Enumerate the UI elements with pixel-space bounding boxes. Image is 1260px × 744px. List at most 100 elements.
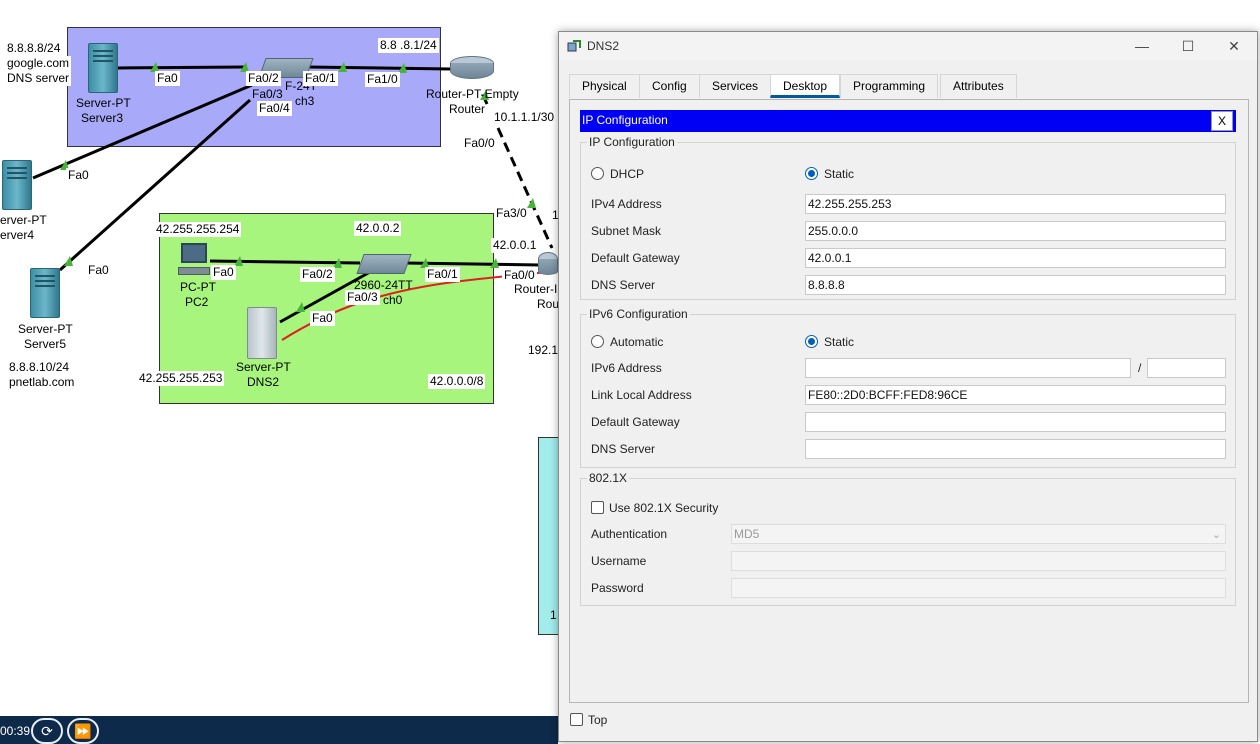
link-switch3-router: [307, 65, 451, 71]
link-local-field[interactable]: FE80::2D0:BCFF:FED8:96CE: [805, 385, 1226, 405]
password-label: Password: [591, 581, 644, 595]
port-label: Fa0/1: [425, 267, 460, 282]
ipv6-gateway-label: Default Gateway: [591, 415, 680, 429]
server3-type: Server-PT: [76, 96, 131, 110]
pc2-type: PC-PT: [180, 280, 216, 294]
minimize-button[interactable]: —: [1119, 32, 1165, 60]
port-label: Fa0/3: [252, 87, 283, 101]
port-label: Fa0: [155, 71, 180, 86]
authentication-select[interactable]: MD5 ⌄: [731, 524, 1226, 544]
server4-name: erver4: [0, 228, 35, 242]
server5-host-label: pnetlab.com: [7, 375, 77, 390]
sim-time: 00:39: [0, 724, 31, 738]
port-label: Fa0: [310, 311, 335, 326]
subnet-mask-field[interactable]: 255.0.0.0: [805, 221, 1226, 241]
router-net-label: 8.8 .8.1/24: [378, 38, 439, 53]
window-titlebar[interactable]: DNS2 — ☐ ✕: [559, 32, 1257, 60]
username-label: Username: [591, 554, 647, 568]
pc2-name: PC2: [185, 295, 209, 309]
link-server3-switch3: [117, 65, 246, 70]
desktop-panel: IP Configuration X IP Configuration DHCP…: [569, 99, 1249, 703]
link-serial-routers: [496, 127, 554, 249]
router-icon[interactable]: [450, 56, 494, 84]
username-field[interactable]: [731, 551, 1226, 571]
switch0-icon[interactable]: [356, 254, 412, 274]
port-label: Fa0/2: [300, 267, 335, 282]
server3-icon[interactable]: [88, 43, 118, 93]
ipv4-address-label: IPv4 Address: [591, 197, 662, 211]
fast-forward-icon[interactable]: ⏩: [67, 718, 99, 744]
ip-config-close-button[interactable]: X: [1211, 111, 1233, 131]
top-checkbox[interactable]: [570, 713, 583, 726]
server5-icon[interactable]: [30, 268, 60, 318]
ipv6-group: IPv6 Configuration Automatic Static IPv6…: [580, 307, 1236, 468]
static-label: Static: [824, 167, 855, 181]
tab-physical[interactable]: Physical: [569, 74, 640, 98]
ipv6-automatic-radio[interactable]: [591, 335, 604, 348]
ipv4-address-field[interactable]: 42.255.255.253: [805, 194, 1226, 214]
reset-simulation-icon[interactable]: ⟳: [31, 718, 63, 744]
static-radio[interactable]: [805, 167, 818, 180]
pc2-ip-label: 42.255.255.254: [154, 222, 242, 237]
ip-config-title: IP Configuration: [582, 113, 668, 127]
authentication-label: Authentication: [591, 527, 668, 541]
router2-ip-label: 42.0.0.1: [491, 238, 539, 253]
ipv6-prefix-slash: /: [1138, 361, 1142, 375]
port-label: Fa3/0: [496, 206, 527, 220]
dns2-server-icon[interactable]: [247, 307, 277, 359]
dhcp-radio[interactable]: [591, 167, 604, 180]
port-label: Fa0/4: [257, 101, 292, 116]
dns-server-field[interactable]: 8.8.8.8: [805, 275, 1226, 295]
port-label: Fa0/0: [502, 268, 537, 283]
router2-model-partial: Router-I: [514, 282, 558, 296]
chevron-down-icon: ⌄: [1211, 529, 1221, 541]
tab-desktop[interactable]: Desktop: [770, 74, 841, 98]
server3-host-label: google.com: [5, 56, 72, 71]
device-window: DNS2 — ☐ ✕ Physical Config Services Desk…: [558, 31, 1258, 742]
maximize-button[interactable]: ☐: [1165, 32, 1211, 60]
ipv4-group: IP Configuration DHCP Static IPv4 Addres…: [580, 135, 1236, 300]
use-8021x-checkbox[interactable]: [591, 501, 604, 514]
window-title: DNS2: [587, 39, 620, 53]
use-8021x-label: Use 802.1X Security: [609, 501, 719, 515]
ipv6-gateway-field[interactable]: [805, 412, 1226, 432]
ipv6-static-radio[interactable]: [805, 335, 818, 348]
router-model: Router-PT-Empty: [426, 87, 519, 101]
dns2-type: Server-PT: [236, 360, 291, 374]
default-gateway-label: Default Gateway: [591, 251, 680, 265]
server4-icon[interactable]: [2, 160, 32, 210]
tab-programming[interactable]: Programming: [840, 74, 939, 98]
ipv6-dns-field[interactable]: [805, 439, 1226, 459]
dot1x-group: 802.1X Use 802.1X Security Authenticatio…: [580, 471, 1236, 606]
server3-role-label: DNS server: [5, 71, 72, 86]
router2-icon[interactable]: [538, 252, 558, 280]
link-ip-label: 10.1.1.1/30: [492, 110, 557, 125]
tab-config[interactable]: Config: [639, 74, 700, 98]
authentication-value: MD5: [734, 527, 760, 541]
ip-config-titlebar: IP Configuration X: [580, 110, 1236, 132]
port-label: Fa0/3: [345, 290, 380, 305]
server3-name: Server3: [81, 111, 124, 125]
ipv6-address-field[interactable]: [805, 358, 1131, 378]
link-local-label: Link Local Address: [591, 388, 692, 402]
pc2-icon[interactable]: [178, 243, 210, 277]
router2-net-partial: 192.1: [528, 343, 559, 357]
port-label: Fa0/1: [303, 71, 338, 86]
switch0-name-partial: ch0: [383, 293, 403, 307]
tab-attributes[interactable]: Attributes: [940, 74, 1017, 98]
ipv6-group-title: IPv6 Configuration: [587, 307, 690, 321]
server5-name: Server5: [24, 337, 67, 351]
tab-services[interactable]: Services: [699, 74, 772, 98]
close-button[interactable]: ✕: [1211, 32, 1257, 60]
ipv6-automatic-label: Automatic: [610, 335, 664, 349]
top-label: Top: [588, 713, 608, 727]
router-name: Router: [449, 102, 486, 116]
default-gateway-field[interactable]: 42.0.0.1: [805, 248, 1226, 268]
ipv6-prefix-field[interactable]: [1147, 358, 1226, 378]
password-field[interactable]: [731, 578, 1226, 598]
ipv6-dns-label: DNS Server: [591, 442, 656, 456]
server5-ip-label: 8.8.8.10/24: [7, 360, 72, 375]
switch3-name-partial: ch3: [295, 94, 315, 108]
ipv6-static-label: Static: [824, 335, 855, 349]
ipv4-group-title: IP Configuration: [587, 135, 677, 149]
